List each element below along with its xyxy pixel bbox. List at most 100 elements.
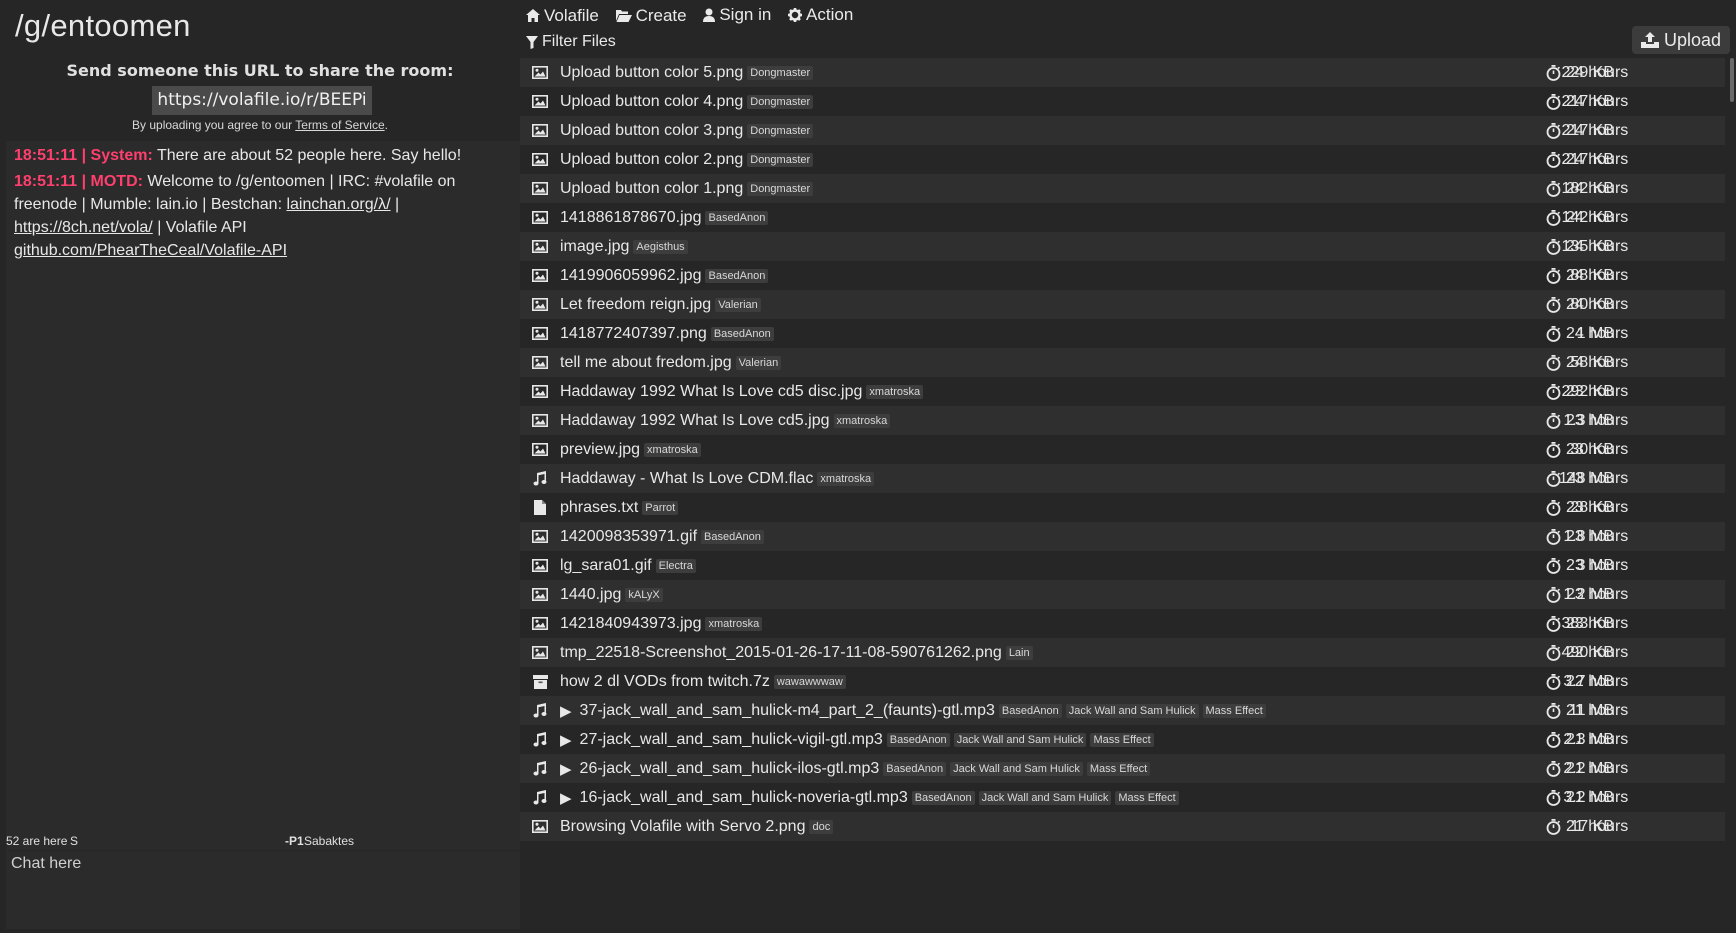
file-tag[interactable]: Jack Wall and Sam Hulick xyxy=(953,732,1087,747)
file-tag[interactable]: BasedAnon xyxy=(701,529,764,544)
file-name[interactable]: Upload button color 2.png xyxy=(560,151,743,169)
file-name[interactable]: Haddaway 1992 What Is Love cd5 disc.jpg xyxy=(560,383,862,401)
file-row[interactable]: Let freedom reign.jpg Valerian 80 KB 24 hou… xyxy=(520,290,1725,319)
status-user[interactable]: Sabaktes xyxy=(304,834,354,848)
file-tag[interactable]: xmatroska xyxy=(833,413,891,428)
file-row[interactable]: tmp_22518-Screenshot_2015-01-26-17-11-08… xyxy=(520,638,1725,667)
file-row[interactable]: Haddaway - What Is Love CDM.flac xmatrosk… xyxy=(520,464,1725,493)
file-tag[interactable]: Aegisthus xyxy=(633,239,688,254)
file-name[interactable]: 26-jack_wall_and_sam_hulick-ilos-gtl.mp3 xyxy=(580,760,880,778)
file-name[interactable]: Browsing Volafile with Servo 2.png xyxy=(560,818,805,836)
file-row[interactable]: 1440.jpg kALyX 1.2 MB 23 hours xyxy=(520,580,1725,609)
file-name[interactable]: Let freedom reign.jpg xyxy=(560,296,711,314)
file-tag[interactable]: Parrot xyxy=(642,500,679,515)
file-tag[interactable]: xmatroska xyxy=(644,442,701,457)
file-row[interactable]: image.jpg Aegisthus 135 KB 24 hours xyxy=(520,232,1725,261)
file-row[interactable]: 1418772407397.png BasedAnon 1 MB 24 hours xyxy=(520,319,1725,348)
file-row[interactable]: how 2 dl VODs from twitch.7z wawawwwaw 3.7… xyxy=(520,667,1725,696)
message-meta[interactable]: 18:51:11 | System: xyxy=(14,147,153,164)
file-tag[interactable]: Jack Wall and Sam Hulick xyxy=(1065,703,1199,718)
file-tag[interactable]: wawawwwaw xyxy=(773,674,846,689)
file-name[interactable]: Haddaway 1992 What Is Love cd5.jpg xyxy=(560,412,830,430)
file-tag[interactable]: Jack Wall and Sam Hulick xyxy=(950,761,1083,776)
file-row[interactable]: Upload button color 4.png Dongmaster 217 K… xyxy=(520,87,1725,116)
file-tag[interactable]: BasedAnon xyxy=(911,790,975,805)
file-name[interactable]: 1420098353971.gif xyxy=(560,528,697,546)
filter-files-button[interactable]: Filter Files xyxy=(526,33,616,51)
play-icon[interactable]: ▶ xyxy=(560,702,572,720)
file-row[interactable]: preview.jpg xmatroska 30 KB 23 hours xyxy=(520,435,1725,464)
file-name[interactable]: tmp_22518-Screenshot_2015-01-26-17-11-08… xyxy=(560,644,1002,662)
upload-button[interactable]: Upload xyxy=(1632,26,1730,54)
file-tag[interactable]: BasedAnon xyxy=(883,761,947,776)
file-tag[interactable]: BasedAnon xyxy=(705,210,769,225)
file-tag[interactable]: Mass Effect xyxy=(1115,790,1179,805)
file-tag[interactable]: Dongmaster xyxy=(747,94,814,109)
file-tag[interactable]: Dongmaster xyxy=(747,152,814,167)
file-row[interactable]: 1419906059962.jpg BasedAnon 88 KB 24 hours xyxy=(520,261,1725,290)
file-row[interactable]: Upload button color 1.png Dongmaster 182 K… xyxy=(520,174,1725,203)
file-row[interactable]: Browsing Volafile with Servo 2.png doc 17 … xyxy=(520,812,1725,841)
message-link[interactable]: lainchan.org/λ/ xyxy=(286,196,390,213)
file-name[interactable]: 1440.jpg xyxy=(560,586,621,604)
file-tag[interactable]: Dongmaster xyxy=(747,181,814,196)
file-name[interactable]: image.jpg xyxy=(560,238,629,256)
play-icon[interactable]: ▶ xyxy=(560,731,572,749)
nav-create[interactable]: Create xyxy=(615,6,687,26)
file-name[interactable]: preview.jpg xyxy=(560,441,640,459)
file-row[interactable]: lg_sara01.gif Electra 3 MB 23 hours xyxy=(520,551,1725,580)
file-name[interactable]: 37-jack_wall_and_sam_hulick-m4_part_2_(f… xyxy=(580,702,995,720)
file-name[interactable]: tell me about fredom.jpg xyxy=(560,354,732,372)
file-row[interactable]: Haddaway 1992 What Is Love cd5 disc.jpg x… xyxy=(520,377,1725,406)
file-tag[interactable]: doc xyxy=(809,819,834,834)
file-name[interactable]: 27-jack_wall_and_sam_hulick-vigil-gtl.mp… xyxy=(580,731,883,749)
file-tag[interactable]: xmatroska xyxy=(817,471,875,486)
file-row[interactable]: 1420098353971.gif BasedAnon 1.8 MB 23 hours xyxy=(520,522,1725,551)
file-tag[interactable]: Mass Effect xyxy=(1202,703,1266,718)
file-tag[interactable]: Dongmaster xyxy=(747,123,814,138)
file-tag[interactable]: Electra xyxy=(655,558,696,573)
file-name[interactable]: phrases.txt xyxy=(560,499,638,517)
user-count[interactable]: 52 are here xyxy=(6,834,67,848)
share-url[interactable]: https://volafile.io/r/BEEPi xyxy=(152,86,372,115)
file-name[interactable]: Upload button color 4.png xyxy=(560,93,743,111)
message-link[interactable]: github.com/PhearTheCeal/Volafile-API xyxy=(14,242,287,259)
file-name[interactable]: 16-jack_wall_and_sam_hulick-noveria-gtl.… xyxy=(580,789,908,807)
file-name[interactable]: Upload button color 5.png xyxy=(560,64,743,82)
file-row[interactable]: Upload button color 3.png Dongmaster 217 K… xyxy=(520,116,1725,145)
file-tag[interactable]: BasedAnon xyxy=(998,703,1062,718)
file-row[interactable]: Upload button color 5.png Dongmaster 229 K… xyxy=(520,58,1725,87)
file-name[interactable]: 1419906059962.jpg xyxy=(560,267,701,285)
file-row[interactable]: 1421840943973.jpg xmatroska 383 KB 23 hours xyxy=(520,609,1725,638)
file-row[interactable]: ▶ 26-jack_wall_and_sam_hulick-ilos-gtl.mp… xyxy=(520,754,1725,783)
file-tag[interactable]: xmatroska xyxy=(866,384,924,399)
file-tag[interactable]: Lain xyxy=(1005,645,1033,660)
file-row[interactable]: Upload button color 2.png Dongmaster 217 K… xyxy=(520,145,1725,174)
file-tag[interactable]: Dongmaster xyxy=(747,65,814,80)
file-name[interactable]: how 2 dl VODs from twitch.7z xyxy=(560,673,770,691)
file-name[interactable]: lg_sara01.gif xyxy=(560,557,652,575)
file-row[interactable]: ▶ 16-jack_wall_and_sam_hulick-noveria-gtl… xyxy=(520,783,1725,812)
chat-input[interactable] xyxy=(6,851,520,929)
file-row[interactable]: tell me about fredom.jpg Valerian 58 KB 24 … xyxy=(520,348,1725,377)
play-icon[interactable]: ▶ xyxy=(560,760,572,778)
file-name[interactable]: 1418861878670.jpg xyxy=(560,209,701,227)
message-link[interactable]: https://8ch.net/vola/ xyxy=(14,219,153,236)
file-row[interactable]: Haddaway 1992 What Is Love cd5.jpg xmatro… xyxy=(520,406,1725,435)
nav-signin[interactable]: Sign in xyxy=(703,5,771,25)
file-name[interactable]: 1421840943973.jpg xyxy=(560,615,701,633)
file-name[interactable]: Upload button color 1.png xyxy=(560,180,743,198)
tos-link[interactable]: Terms of Service xyxy=(295,118,384,132)
file-row[interactable]: ▶ 27-jack_wall_and_sam_hulick-vigil-gtl.m… xyxy=(520,725,1725,754)
file-name[interactable]: Haddaway - What Is Love CDM.flac xyxy=(560,470,813,488)
file-tag[interactable]: kALyX xyxy=(625,587,663,602)
file-tag[interactable]: BasedAnon xyxy=(886,732,950,747)
file-tag[interactable]: BasedAnon xyxy=(705,268,769,283)
play-icon[interactable]: ▶ xyxy=(560,789,572,807)
file-tag[interactable]: Jack Wall and Sam Hulick xyxy=(978,790,1112,805)
file-name[interactable]: 1418772407397.png xyxy=(560,325,707,343)
file-tag[interactable]: Valerian xyxy=(735,355,782,370)
chat-log[interactable]: 18:51:11 | System: There are about 52 pe… xyxy=(6,141,520,832)
file-row[interactable]: ▶ 37-jack_wall_and_sam_hulick-m4_part_2_(… xyxy=(520,696,1725,725)
file-name[interactable]: Upload button color 3.png xyxy=(560,122,743,140)
